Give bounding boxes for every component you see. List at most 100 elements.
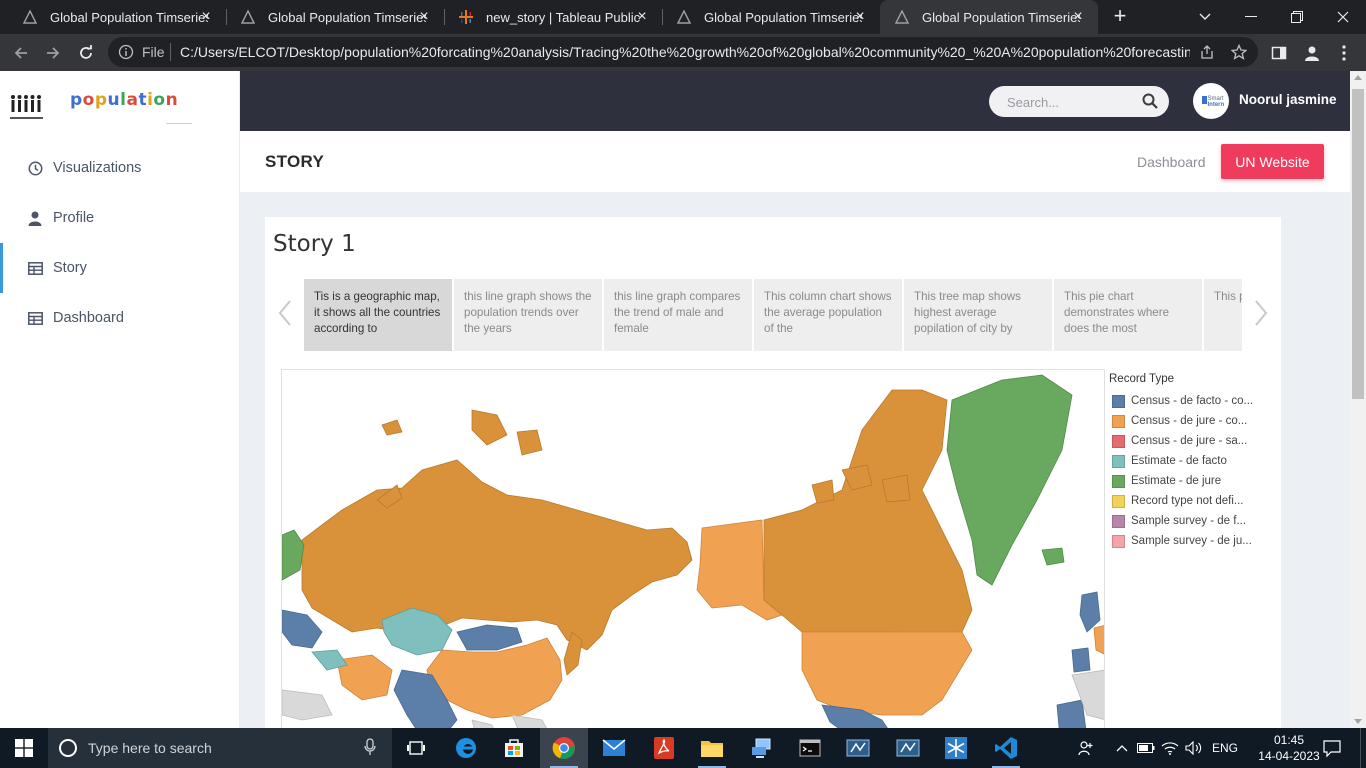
battery-icon[interactable] [1136,738,1156,758]
table-icon [27,310,43,326]
remote-tool-icon[interactable] [834,728,882,768]
legend-item[interactable]: Census - de jure - sa... [1109,431,1281,451]
logo-letter: p [70,90,83,110]
scrollbar-thumb[interactable] [1352,89,1364,399]
close-tab-icon[interactable]: × [634,9,650,25]
file-explorer-icon[interactable] [688,728,736,768]
browser-tab[interactable]: Global Population Timseries Analysis × [226,0,444,34]
wifi-icon[interactable] [1160,738,1180,758]
volume-icon[interactable] [1184,738,1204,758]
profile-icon[interactable] [1301,42,1323,64]
close-tab-icon[interactable]: × [198,9,214,25]
forward-arrow-icon[interactable] [40,40,66,66]
tableau-triangle-icon [894,9,910,25]
legend-item[interactable]: Record type not defi... [1109,491,1281,511]
story-point-2[interactable]: this line graph shows the population tre… [454,279,602,351]
new-tab-button[interactable]: + [1108,5,1132,29]
task-view-icon[interactable] [392,728,440,768]
story-point-6[interactable]: This pie chart demonstrates where does t… [1054,279,1202,351]
scroll-up-arrow-icon[interactable] [1354,75,1362,80]
story-point-caption: this line graph compares the trend of ma… [614,290,741,335]
network-computer-icon[interactable] [738,728,786,768]
legend-item[interactable]: Estimate - de facto [1109,451,1281,471]
side-panel-icon[interactable] [1268,42,1290,64]
browser-tab[interactable]: new_story | Tableau Public × [444,0,662,34]
sidebar-item-visualizations[interactable]: Visualizations [0,143,240,193]
close-tab-icon[interactable]: × [1070,9,1086,25]
notification-icon[interactable] [1322,738,1342,758]
tab-title: Global Population Timseries Analysis [922,9,1080,25]
story-point-caption: this line graph shows the population tre… [464,290,592,335]
language-indicator[interactable]: ENG [1212,741,1238,755]
un-website-button[interactable]: UN Website [1221,144,1324,179]
minimize-icon[interactable] [1228,0,1274,34]
legend-item[interactable]: Census - de jure - co... [1109,411,1281,431]
legend-item[interactable]: Estimate - de jure [1109,471,1281,491]
bookmark-star-icon[interactable] [1230,43,1248,61]
vscode-icon[interactable] [982,728,1030,768]
sidebar-item-story[interactable]: Story [0,243,240,293]
geographic-map[interactable] [281,369,1105,737]
microsoft-store-icon[interactable] [490,728,538,768]
command-prompt-icon[interactable] [786,728,834,768]
story-point-3[interactable]: this line graph compares the trend of ma… [604,279,752,351]
tab-search-chevron-icon[interactable] [1182,0,1228,34]
info-icon[interactable] [118,44,134,60]
story-point-7[interactable]: This p by ye does [1204,279,1242,351]
windows-start-icon[interactable] [0,728,48,768]
share-icon[interactable] [1198,43,1216,61]
story-point-caption: This tree map shows highest average popi… [914,290,1021,335]
chrome-icon[interactable] [540,728,588,768]
address-url[interactable]: C:/Users/ELCOT/Desktop/population%20forc… [180,44,1190,60]
page-header: STORY Dashboard UN Website [240,131,1350,192]
chevron-up-icon[interactable] [1112,738,1132,758]
story-point-1[interactable]: Tis is a geographic map, it shows all th… [304,279,452,351]
sidebar-item-dashboard[interactable]: Dashboard [0,293,240,343]
map-region-russia [301,459,693,651]
legend-item[interactable]: Census - de facto - co... [1109,391,1281,411]
browser-tab[interactable]: Global Population Timseries Analysis × [8,0,226,34]
map-region-canada [763,389,973,636]
show-desktop-button[interactable] [1360,728,1366,768]
close-tab-icon[interactable]: × [852,9,868,25]
search-icon[interactable] [1142,93,1158,109]
user-name[interactable]: Noorul jasmine [1239,92,1337,107]
snowflake-app-icon[interactable] [932,728,980,768]
sidebar-item-profile[interactable]: Profile [0,193,240,243]
close-window-icon[interactable] [1320,0,1366,34]
scroll-down-arrow-icon[interactable] [1354,719,1362,724]
page-scrollbar[interactable] [1350,71,1366,728]
sidebar-item-label: Profile [53,210,95,226]
logo-letter: n [165,90,179,110]
people-icon[interactable] [1076,738,1096,758]
browser-tab-active[interactable]: Global Population Timseries Analysis × [880,0,1098,34]
pdf-reader-icon[interactable] [640,728,688,768]
browser-tab[interactable]: Global Population Timseries Analysis × [662,0,880,34]
address-bar[interactable]: File C:/Users/ELCOT/Desktop/population%2… [108,37,1258,67]
story-point-4[interactable]: This column chart shows the average popu… [754,279,902,351]
legend-item[interactable]: Sample survey - de f... [1109,511,1281,531]
avatar[interactable]: Smart Intern [1193,83,1229,119]
app-logo-text[interactable]: population [70,90,178,110]
microphone-icon[interactable] [364,738,380,758]
search-input[interactable] [1007,92,1137,112]
taskbar-search-box[interactable]: Type here to search [48,728,392,768]
legend-item[interactable]: Sample survey - de ju... [1109,531,1281,551]
remote-tool-icon-2[interactable] [884,728,932,768]
story-point-5[interactable]: This tree map shows highest average popi… [904,279,1052,351]
edge-browser-icon[interactable] [442,728,490,768]
restore-icon[interactable] [1274,0,1320,34]
dashboard-link[interactable]: Dashboard [1137,154,1206,170]
close-tab-icon[interactable]: × [416,9,432,25]
map-region-ireland [1071,647,1091,673]
reload-icon[interactable] [73,40,99,66]
chevron-left-icon[interactable] [275,297,295,329]
kebab-menu-icon[interactable] [1333,42,1355,64]
chevron-right-icon[interactable] [1251,297,1271,329]
legend-label: Census - de facto - co... [1131,395,1254,407]
legend-swatch [1112,494,1125,508]
back-arrow-icon[interactable] [8,40,34,66]
system-clock[interactable]: 01:45 14-04-2023 [1258,732,1320,764]
mail-icon[interactable] [590,728,638,768]
table-icon [27,260,43,276]
